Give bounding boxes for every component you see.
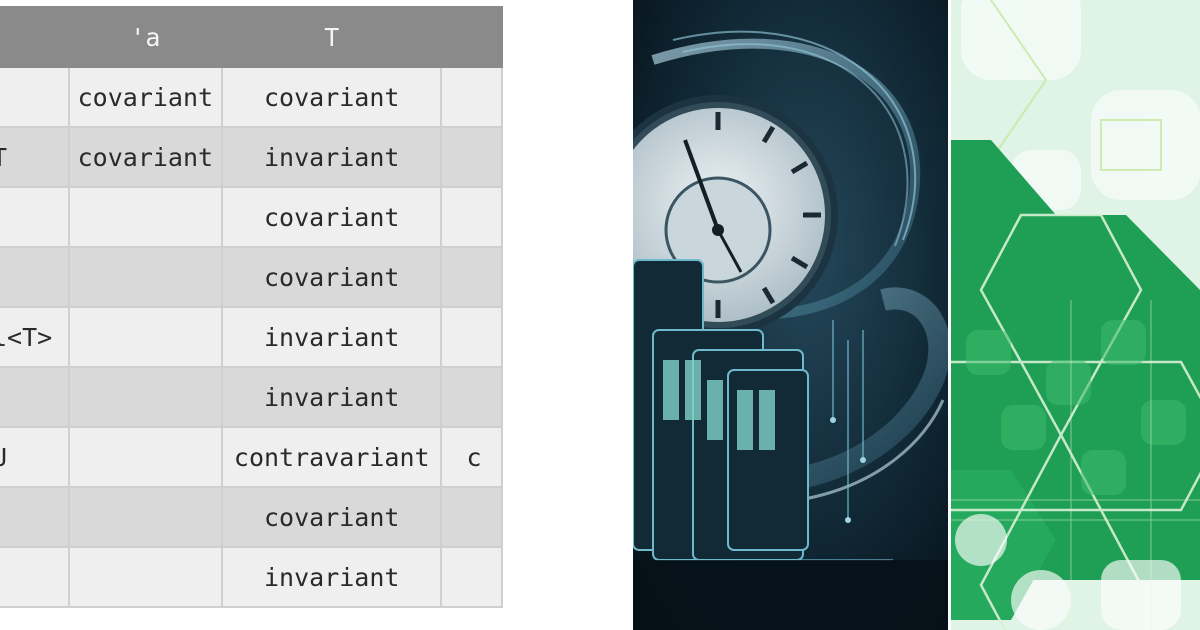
table-row: invariant [0, 546, 503, 608]
cell-extra [440, 306, 503, 368]
table-row: U contravariant c [0, 426, 503, 488]
table-row: covariant covariant [0, 66, 503, 128]
hexagon-icon [951, 0, 1200, 630]
cell-type [0, 366, 70, 428]
header-t: T [221, 6, 443, 68]
cell-a: covariant [67, 126, 224, 188]
cell-extra [440, 246, 503, 308]
table-row: l<T> invariant [0, 306, 503, 368]
cell-a [67, 426, 224, 488]
cell-t: invariant [221, 306, 443, 368]
cell-a [67, 306, 224, 368]
cell-t: invariant [221, 546, 443, 608]
header-type [0, 6, 70, 68]
table-row: covariant [0, 186, 503, 248]
cell-extra [440, 66, 503, 128]
cell-type: T [0, 126, 70, 188]
cell-extra [440, 546, 503, 608]
header-lifetime-a: 'a [67, 6, 224, 68]
cell-type [0, 66, 70, 128]
cell-t: covariant [221, 186, 443, 248]
cell-t: invariant [221, 126, 443, 188]
cell-a [67, 486, 224, 548]
variance-table: 'a T covariant covariant T covariant inv… [0, 6, 503, 608]
cell-t: invariant [221, 366, 443, 428]
cell-a [67, 546, 224, 608]
cell-type: U [0, 426, 70, 488]
cell-extra [440, 366, 503, 428]
cell-a: covariant [67, 66, 224, 128]
cell-a [67, 186, 224, 248]
table-row: covariant [0, 486, 503, 548]
table-header-row: 'a T [0, 6, 503, 68]
header-extra [440, 6, 503, 68]
cell-extra: c [440, 426, 503, 488]
variance-table-panel: 'a T covariant covariant T covariant inv… [0, 0, 633, 630]
cell-a [67, 246, 224, 308]
cell-extra [440, 186, 503, 248]
table-row: invariant [0, 366, 503, 428]
cell-type: l<T> [0, 306, 70, 368]
cell-a [67, 366, 224, 428]
cell-t: contravariant [221, 426, 443, 488]
cell-t: covariant [221, 66, 443, 128]
cell-extra [440, 126, 503, 188]
green-hexagon-pattern [951, 0, 1200, 630]
clock-icon [633, 0, 948, 630]
cell-t: covariant [221, 486, 443, 548]
cell-t: covariant [221, 246, 443, 308]
cell-extra [440, 486, 503, 548]
cell-type [0, 186, 70, 248]
table-row: T covariant invariant [0, 126, 503, 188]
table-row: covariant [0, 246, 503, 308]
clock-circuit-illustration [633, 0, 948, 630]
cell-type [0, 246, 70, 308]
cell-type [0, 546, 70, 608]
cell-type [0, 486, 70, 548]
